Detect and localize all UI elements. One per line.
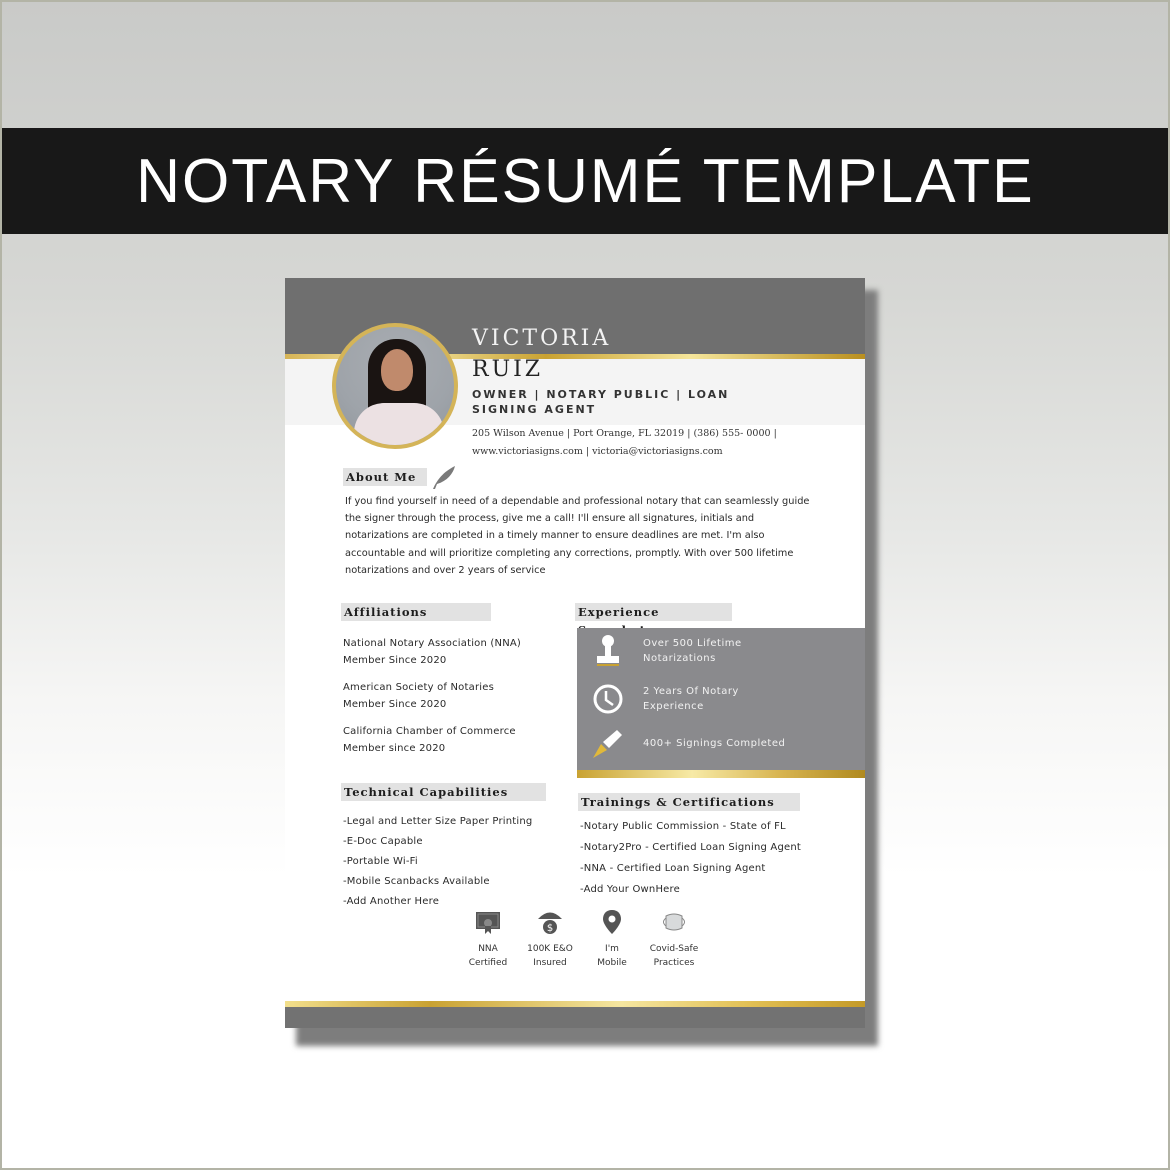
badge-mobile: I'm Mobile — [581, 908, 643, 970]
resume-sheet: VICTORIA RUIZ OWNER | NOTARY PUBLIC | LO… — [285, 278, 865, 1028]
experience-panel: Over 500 Lifetime Notarizations 2 Years … — [577, 628, 865, 770]
technical-item: -Legal and Letter Size Paper Printing — [343, 816, 533, 827]
training-item: -Notary2Pro - Certified Loan Signing Age… — [580, 842, 802, 853]
trainings-list: -Notary Public Commission - State of FL … — [580, 816, 850, 900]
trainings-heading: Trainings & Certifications — [578, 793, 800, 811]
affiliation-item: California Chamber of Commerce Member si… — [343, 726, 516, 754]
contact-info: 205 Wilson Avenue | Port Orange, FL 3201… — [472, 425, 812, 461]
contact-web-email: www.victoriasigns.com | victoria@victori… — [472, 446, 723, 457]
affiliations-heading: Affiliations — [341, 603, 491, 621]
technical-item: -Mobile Scanbacks Available — [343, 876, 490, 887]
footer-dark-band — [285, 1007, 865, 1028]
experience-item: 2 Years Of Notary Experience — [591, 682, 739, 716]
notary-stamp-icon — [597, 635, 619, 666]
experience-item: 400+ Signings Completed — [591, 726, 785, 760]
badges-row: NNA Certified $ 100K E&O Insured I'm Mob… — [457, 908, 705, 970]
location-pin-icon — [603, 910, 621, 934]
quill-icon — [433, 466, 455, 489]
badge-insured: $ 100K E&O Insured — [519, 908, 581, 970]
technical-item: -E-Doc Capable — [343, 836, 423, 847]
profile-photo — [332, 323, 458, 449]
job-title: OWNER | NOTARY PUBLIC | LOAN SIGNING AGE… — [472, 388, 730, 416]
experience-gold-line — [577, 770, 865, 778]
training-item: -NNA - Certified Loan Signing Agent — [580, 863, 766, 874]
insurance-umbrella-icon: $ — [538, 912, 562, 934]
training-item: -Notary Public Commission - State of FL — [580, 821, 786, 832]
about-heading: About Me — [343, 468, 427, 486]
svg-text:$: $ — [547, 923, 553, 934]
title-banner: NOTARY RÉSUMÉ TEMPLATE — [2, 128, 1168, 234]
technical-item: -Portable Wi-Fi — [343, 856, 418, 867]
face-mask-icon — [663, 913, 685, 931]
clock-icon — [593, 684, 623, 714]
certificate-icon — [476, 912, 500, 934]
affiliation-item: National Notary Association (NNA) Member… — [343, 638, 522, 666]
badge-nna-certified: NNA Certified — [457, 908, 519, 970]
badge-covid-safe: Covid-Safe Practices — [643, 908, 705, 970]
fountain-pen-icon — [593, 730, 622, 758]
banner-title: NOTARY RÉSUMÉ TEMPLATE — [135, 146, 1035, 216]
contact-address: 205 Wilson Avenue | Port Orange, FL 3201… — [472, 428, 777, 439]
affiliation-item: American Society of Notaries Member Sinc… — [343, 682, 494, 710]
training-item: -Add Your OwnHere — [580, 884, 680, 895]
experience-heading: Experience Snapshot — [575, 603, 732, 637]
technical-heading: Technical Capabilities — [341, 783, 546, 801]
first-name: VICTORIA — [472, 326, 612, 351]
affiliations-list: National Notary Association (NNA) Member… — [343, 635, 553, 767]
last-name: RUIZ — [472, 357, 544, 382]
technical-list: -Legal and Letter Size Paper Printing -E… — [343, 812, 558, 912]
experience-item: Over 500 Lifetime Notarizations — [591, 634, 742, 668]
about-text: If you find yourself in need of a depend… — [345, 496, 810, 576]
